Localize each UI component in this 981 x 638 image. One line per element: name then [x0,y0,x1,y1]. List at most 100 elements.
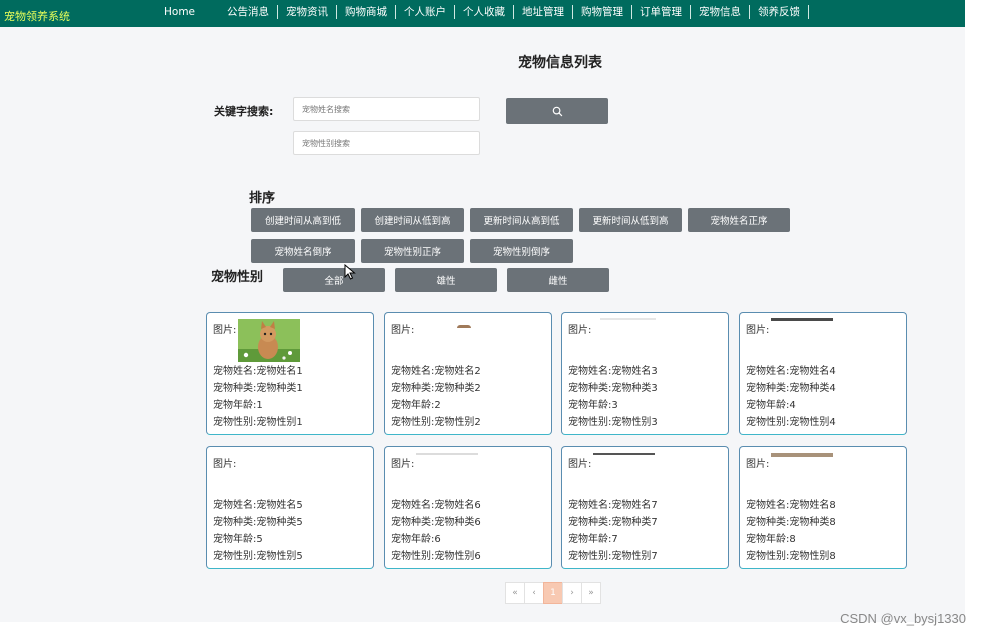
sort-updated-desc-button[interactable]: 更新时间从高到低 [470,208,573,232]
pet-photo [771,318,833,321]
nav-item-feedback[interactable]: 领养反馈 [750,5,810,19]
pet-age: 宠物年龄:4 [746,400,796,411]
pet-info: 宠物姓名:宠物姓名8 宠物种类:宠物种类8 宠物年龄:8 宠物性别:宠物性别8 [746,497,836,565]
nav-item-pet-info[interactable]: 宠物信息 [691,5,751,19]
picture-label: 图片: [391,459,415,470]
pet-name-search-input[interactable] [293,97,480,121]
app-title: 宠物领养系统 [4,10,70,23]
pet-card[interactable]: 图片: 宠物姓名:宠物姓名5 宠物种类:宠物种类5 宠物年龄:5 宠物性别:宠物… [206,446,374,569]
pet-name: 宠物姓名:宠物姓名7 [568,500,658,511]
pet-type: 宠物种类:宠物种类1 [213,383,303,394]
top-navbar: 宠物领养系统 Home 公告消息 宠物资讯 购物商城 个人账户 个人收藏 地址管… [0,0,965,27]
sort-title: 排序 [249,191,276,206]
pet-type: 宠物种类:宠物种类3 [568,383,658,394]
pet-age: 宠物年龄:8 [746,534,796,545]
pet-card[interactable]: 图片: 宠物姓名:宠物姓名2 宠物种类:宠物种类2 宠物年龄:2 宠物性别:宠物… [384,312,552,435]
pet-photo [600,318,656,320]
pet-photo [593,453,655,455]
search-icon [552,106,562,116]
pet-info: 宠物姓名:宠物姓名6 宠物种类:宠物种类6 宠物年龄:6 宠物性别:宠物性别6 [391,497,481,565]
pet-type: 宠物种类:宠物种类5 [213,517,303,528]
pet-photo [771,453,833,457]
nav-item-home[interactable]: Home [162,5,219,19]
pet-info: 宠物姓名:宠物姓名7 宠物种类:宠物种类7 宠物年龄:7 宠物性别:宠物性别7 [568,497,658,565]
last-page-button[interactable]: » [581,582,601,604]
pet-sex: 宠物性别:宠物性别5 [213,551,303,562]
pet-sex-search-input[interactable] [293,131,480,155]
pet-name: 宠物姓名:宠物姓名1 [213,366,303,377]
search-button[interactable] [506,98,608,124]
nav-item-address[interactable]: 地址管理 [514,5,574,19]
pet-name: 宠物姓名:宠物姓名6 [391,500,481,511]
pet-age: 宠物年龄:1 [213,400,263,411]
pet-sex: 宠物性别:宠物性别2 [391,417,481,428]
pet-name: 宠物姓名:宠物姓名4 [746,366,836,377]
pet-sex: 宠物性别:宠物性别6 [391,551,481,562]
nav-item-account[interactable]: 个人账户 [396,5,456,19]
sort-sex-asc-button[interactable]: 宠物性别正序 [361,239,464,263]
pagination: « ‹ 1 › » [505,582,601,604]
sort-created-desc-button[interactable]: 创建时间从高到低 [251,208,355,232]
pet-photo [457,325,471,328]
pet-card[interactable]: 图片: 宠物姓名:宠物姓名7 宠物种类:宠物种类7 宠物年龄:7 宠物性别:宠物… [561,446,729,569]
pet-name: 宠物姓名:宠物姓名2 [391,366,481,377]
search-label: 关键字搜索: [214,105,274,118]
pet-card[interactable]: 图片: 宠物姓名:宠物姓名1 宠物种类:宠物种类1 宠物年龄:1 宠物性别:宠物… [206,312,374,435]
watermark: CSDN @vx_bysj1330 [840,611,966,626]
gender-filter-title: 宠物性别 [211,270,264,285]
pet-type: 宠物种类:宠物种类2 [391,383,481,394]
pet-info: 宠物姓名:宠物姓名5 宠物种类:宠物种类5 宠物年龄:5 宠物性别:宠物性别5 [213,497,303,565]
pet-age: 宠物年龄:7 [568,534,618,545]
pet-photo [416,453,478,455]
pet-age: 宠物年龄:6 [391,534,441,545]
pet-age: 宠物年龄:2 [391,400,441,411]
page-number-button[interactable]: 1 [543,582,563,604]
pet-info: 宠物姓名:宠物姓名1 宠物种类:宠物种类1 宠物年龄:1 宠物性别:宠物性别1 [213,363,303,431]
gender-female-button[interactable]: 雌性 [507,268,609,292]
pet-sex: 宠物性别:宠物性别7 [568,551,658,562]
nav-item-pet-news[interactable]: 宠物资讯 [278,5,338,19]
pet-name: 宠物姓名:宠物姓名3 [568,366,658,377]
sort-name-desc-button[interactable]: 宠物姓名倒序 [251,239,355,263]
mouse-cursor-icon [344,264,356,280]
pet-info: 宠物姓名:宠物姓名4 宠物种类:宠物种类4 宠物年龄:4 宠物性别:宠物性别4 [746,363,836,431]
gender-all-button[interactable]: 全部 [283,268,385,292]
pet-sex: 宠物性别:宠物性别1 [213,417,303,428]
pet-card[interactable]: 图片: 宠物姓名:宠物姓名4 宠物种类:宠物种类4 宠物年龄:4 宠物性别:宠物… [739,312,907,435]
pet-sex: 宠物性别:宠物性别8 [746,551,836,562]
kitten-photo [238,319,300,362]
pet-age: 宠物年龄:5 [213,534,263,545]
gender-male-button[interactable]: 雄性 [395,268,497,292]
pet-sex: 宠物性别:宠物性别4 [746,417,836,428]
nav-item-favorites[interactable]: 个人收藏 [455,5,515,19]
sort-name-asc-button[interactable]: 宠物姓名正序 [688,208,790,232]
pet-age: 宠物年龄:3 [568,400,618,411]
sort-sex-desc-button[interactable]: 宠物性别倒序 [470,239,573,263]
pet-card[interactable]: 图片: 宠物姓名:宠物姓名3 宠物种类:宠物种类3 宠物年龄:3 宠物性别:宠物… [561,312,729,435]
sort-updated-asc-button[interactable]: 更新时间从低到高 [579,208,682,232]
pet-type: 宠物种类:宠物种类7 [568,517,658,528]
prev-page-button[interactable]: ‹ [524,582,544,604]
nav-item-shop[interactable]: 购物商城 [337,5,397,19]
picture-label: 图片: [568,459,592,470]
pet-info: 宠物姓名:宠物姓名3 宠物种类:宠物种类3 宠物年龄:3 宠物性别:宠物性别3 [568,363,658,431]
picture-label: 图片: [746,459,770,470]
pet-type: 宠物种类:宠物种类4 [746,383,836,394]
page-title: 宠物信息列表 [518,55,602,71]
pet-info: 宠物姓名:宠物姓名2 宠物种类:宠物种类2 宠物年龄:2 宠物性别:宠物性别2 [391,363,481,431]
nav-item-announcements[interactable]: 公告消息 [219,5,279,19]
picture-label: 图片: [746,325,770,336]
pet-name: 宠物姓名:宠物姓名5 [213,500,303,511]
sort-created-asc-button[interactable]: 创建时间从低到高 [361,208,464,232]
pet-type: 宠物种类:宠物种类6 [391,517,481,528]
nav-item-orders[interactable]: 订单管理 [632,5,692,19]
nav-item-shopping[interactable]: 购物管理 [573,5,633,19]
pet-type: 宠物种类:宠物种类8 [746,517,836,528]
nav-menu: Home 公告消息 宠物资讯 购物商城 个人账户 个人收藏 地址管理 购物管理 … [162,5,810,19]
next-page-button[interactable]: › [562,582,582,604]
pet-card[interactable]: 图片: 宠物姓名:宠物姓名6 宠物种类:宠物种类6 宠物年龄:6 宠物性别:宠物… [384,446,552,569]
picture-label: 图片: [213,325,237,336]
first-page-button[interactable]: « [505,582,525,604]
picture-label: 图片: [391,325,415,336]
pet-card[interactable]: 图片: 宠物姓名:宠物姓名8 宠物种类:宠物种类8 宠物年龄:8 宠物性别:宠物… [739,446,907,569]
